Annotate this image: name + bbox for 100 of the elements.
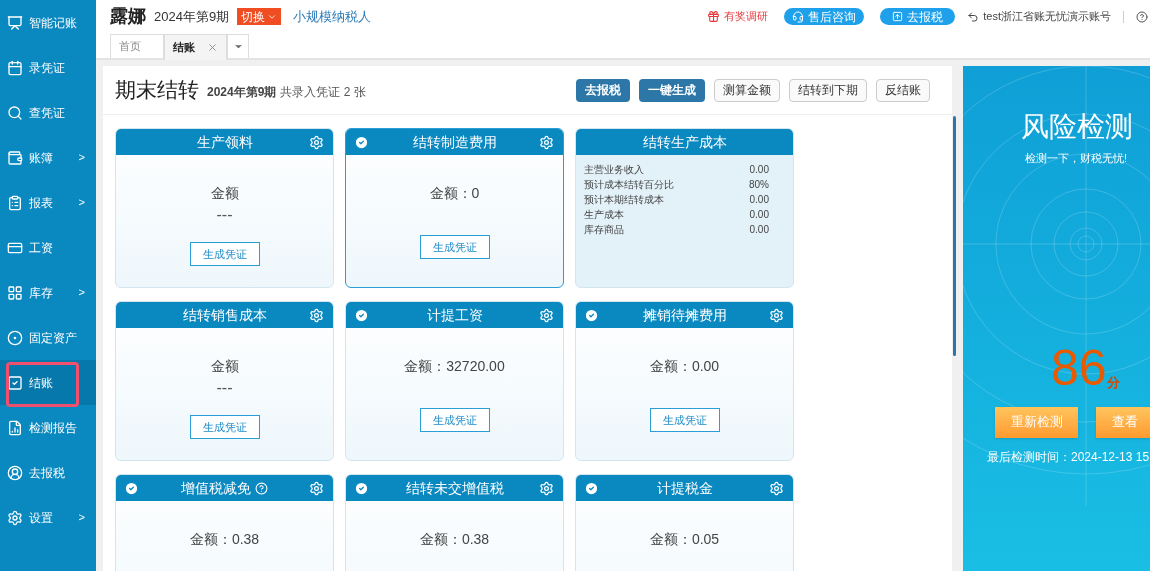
generate-voucher-button[interactable]: 生成凭证 (189, 242, 260, 266)
sidebar-label: 检测报告 (29, 419, 78, 437)
card-title: 结转未交增值税 (405, 478, 504, 498)
detail-label: 库存商品 (584, 223, 624, 237)
sidebar-label: 报表 (29, 194, 54, 212)
risk-subtitle: 检测一下，财税无忧! (1025, 151, 1128, 166)
presentation-board-icon (7, 14, 23, 31)
gift-icon (707, 10, 721, 23)
amount-value: 金额：0.38 (419, 530, 490, 549)
settings-icon[interactable] (309, 134, 324, 150)
card-title: 摊销待摊费用 (642, 305, 727, 325)
detail-value: 0.00 (749, 223, 770, 237)
voucher-count: 共录入凭证 2 张 (280, 84, 366, 101)
sidebar-item[interactable]: 检测报告 (0, 405, 96, 450)
sidebar-item[interactable]: 去报税 (0, 450, 96, 495)
chart-file-icon (7, 419, 23, 436)
card-title: 结转销售成本 (182, 305, 267, 325)
check-square-icon (7, 374, 23, 391)
amount-value: --- (216, 378, 233, 398)
action-button[interactable]: 去报税 (576, 78, 630, 102)
sidebar-label: 结账 (29, 374, 54, 392)
period-text: 2024年第9期 (207, 84, 277, 101)
sidebar-item[interactable]: 结账 (0, 360, 96, 405)
amount-value: 金额：0 (429, 184, 480, 203)
settings-icon[interactable] (309, 480, 324, 496)
search-icon (7, 104, 23, 121)
page-title: 期末结转 (115, 77, 199, 104)
page-tab[interactable]: 结账 (164, 34, 227, 60)
period-text: 2024年第9期 (154, 7, 230, 26)
sidebar-item[interactable]: 库存 > (0, 270, 96, 315)
settings-icon[interactable] (769, 480, 784, 496)
detail-value: 0.00 (749, 163, 770, 177)
sidebar-item[interactable]: 智能记账 (0, 0, 96, 45)
settings-icon[interactable] (539, 134, 554, 150)
settings-icon[interactable] (309, 307, 324, 323)
generate-voucher-button[interactable]: 生成凭证 (419, 408, 490, 432)
settings-icon[interactable] (769, 307, 784, 323)
amount-value: 金额：32720.00 (404, 357, 505, 376)
card-title: 增值税减免 (181, 478, 251, 498)
amount-value: 金额：0.05 (649, 530, 720, 549)
circle-dot-icon (7, 329, 23, 346)
generate-voucher-button[interactable]: 生成凭证 (649, 408, 720, 432)
settings-icon[interactable] (539, 480, 554, 496)
detail-label: 主营业务收入 (584, 163, 644, 177)
sidebar-item[interactable]: 工资 (0, 225, 96, 270)
survey-link[interactable]: 有奖调研 (707, 8, 769, 25)
sidebar-label: 智能记账 (29, 14, 78, 32)
action-button[interactable]: 测算金额 (714, 78, 780, 102)
account-link[interactable]: test浙江省账无忧演示账号 (967, 8, 1111, 25)
score-unit: 分 (1106, 375, 1120, 392)
action-button[interactable]: 结转到下期 (789, 78, 867, 102)
taxpayer-link[interactable]: 小规模纳税人 (293, 6, 372, 27)
detail-label: 生产成本 (584, 208, 624, 222)
risk-title: 风险检测 (1021, 110, 1133, 144)
risk-score: 86 (1051, 342, 1107, 393)
company-name: 露娜 (110, 5, 146, 28)
sidebar-label: 库存 (29, 284, 54, 302)
submenu-arrow: > (78, 195, 86, 211)
amount-label: 金额 (210, 357, 239, 376)
settings-icon (7, 509, 23, 526)
detail-label: 预计本期结转成本 (584, 193, 664, 207)
consult-button[interactable]: 售后咨询 (784, 8, 865, 25)
card-title: 结转生产成本 (642, 132, 727, 152)
card-title: 计提税金 (656, 478, 713, 498)
card-title: 生产领料 (196, 132, 253, 152)
scrollbar[interactable] (953, 116, 956, 356)
amount-value: --- (216, 205, 233, 225)
sidebar-item[interactable]: 查凭证 (0, 90, 96, 135)
grid-icon (7, 284, 23, 301)
help-icon[interactable] (1136, 10, 1148, 23)
headset-icon (792, 10, 805, 23)
generate-voucher-button[interactable]: 生成凭证 (419, 235, 490, 259)
card-title: 计提工资 (426, 305, 483, 325)
submenu-arrow: > (78, 285, 86, 301)
sidebar-label: 工资 (29, 239, 54, 257)
sidebar-item[interactable]: 固定资产 (0, 315, 96, 360)
sidebar-item[interactable]: 录凭证 (0, 45, 96, 90)
detail-value: 0.00 (749, 193, 770, 207)
sidebar-item[interactable]: 报表 > (0, 180, 96, 225)
sidebar-item[interactable]: 账簿 > (0, 135, 96, 180)
action-button[interactable]: 反结账 (876, 78, 930, 102)
close-icon[interactable] (207, 42, 218, 53)
upload-icon (892, 11, 904, 22)
sidebar-label: 账簿 (29, 149, 54, 167)
switch-button[interactable]: 切换 (237, 8, 282, 25)
action-button[interactable]: 一键生成 (639, 78, 705, 102)
person-circle-icon (7, 464, 23, 481)
generate-voucher-button[interactable]: 生成凭证 (189, 415, 260, 439)
sidebar-item[interactable]: 设置 > (0, 495, 96, 540)
file-tax-button[interactable]: 去报税 (880, 8, 956, 25)
undo-icon (967, 10, 980, 23)
sidebar-label: 固定资产 (29, 329, 78, 347)
list-icon (7, 194, 23, 211)
submenu-arrow: > (78, 150, 86, 166)
detail-value: 0.00 (749, 208, 770, 222)
page-tab[interactable]: 首页 (110, 34, 164, 58)
last-check-time: 最后检测时间：2024-12-13 15 (987, 448, 1150, 466)
settings-icon[interactable] (539, 307, 554, 323)
detail-label: 预计成本结转百分比 (584, 178, 674, 192)
sidebar-label: 去报税 (29, 464, 66, 482)
